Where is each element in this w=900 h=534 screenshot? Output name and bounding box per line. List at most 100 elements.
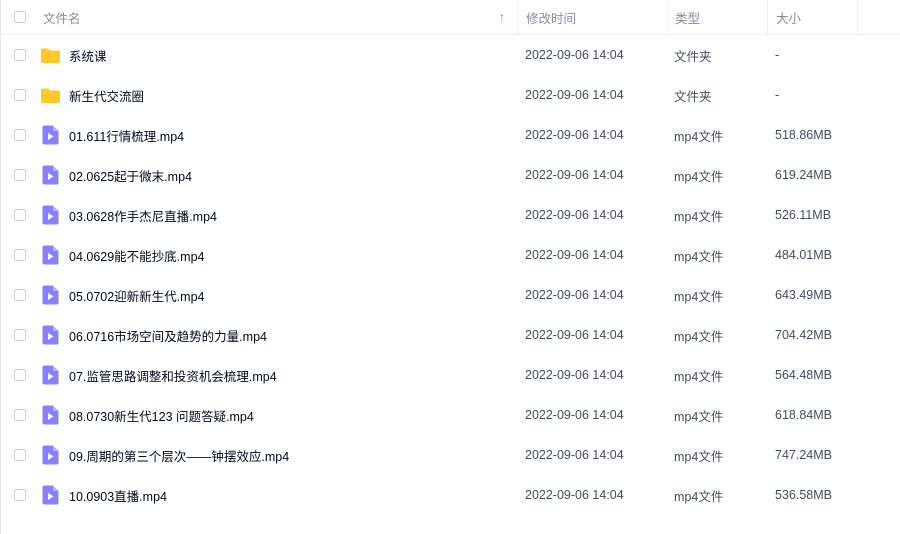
file-modified-cell: 2022-09-06 14:04 [517,35,667,75]
file-type-cell: mp4文件 [667,475,767,515]
file-row[interactable]: 04.0629能不能抄底.mp4 2022-09-06 14:04 mp4文件 … [1,235,900,275]
file-size-cell: 643.49MB [767,275,857,315]
file-modified-cell: 2022-09-06 14:04 [517,395,667,435]
file-name-cell[interactable]: 03.0628作手杰尼直播.mp4 [35,195,517,235]
file-row[interactable]: 03.0628作手杰尼直播.mp4 2022-09-06 14:04 mp4文件… [1,195,900,235]
file-row[interactable]: 系统课 2022-09-06 14:04 文件夹 - [1,35,900,75]
file-row[interactable]: 08.0730新生代123 问题答疑.mp4 2022-09-06 14:04 … [1,395,900,435]
file-name[interactable]: 系统课 [69,46,107,65]
file-name[interactable]: 04.0629能不能抄底.mp4 [69,246,204,265]
file-modified: 2022-09-06 14:04 [525,328,624,342]
sort-ascending-icon[interactable]: ↑ [499,11,509,23]
file-name[interactable]: 10.0903直播.mp4 [69,486,167,505]
file-type-cell: mp4文件 [667,275,767,315]
video-file-icon [39,164,61,186]
file-row[interactable]: 07.监管思路调整和投资机会梳理.mp4 2022-09-06 14:04 mp… [1,355,900,395]
file-type: mp4文件 [674,409,724,424]
header-modified-column[interactable]: 修改时间 [517,0,667,34]
file-name-cell[interactable]: 07.监管思路调整和投资机会梳理.mp4 [35,355,517,395]
row-checkbox-cell [14,315,36,355]
file-row[interactable]: 01.611行情梳理.mp4 2022-09-06 14:04 mp4文件 51… [1,115,900,155]
file-row[interactable]: 05.0702迎新新生代.mp4 2022-09-06 14:04 mp4文件 … [1,275,900,315]
file-name-cell[interactable]: 06.0716市场空间及趋势的力量.mp4 [35,315,517,355]
file-name[interactable]: 02.0625起于微末.mp4 [69,166,192,185]
file-type-cell: mp4文件 [667,235,767,275]
file-size: 484.01MB [775,248,832,262]
row-checkbox[interactable] [14,129,26,141]
file-name-cell[interactable]: 01.611行情梳理.mp4 [35,115,517,155]
file-row[interactable]: 新生代交流圈 2022-09-06 14:04 文件夹 - [1,75,900,115]
file-size: 526.11MB [775,208,832,222]
row-checkbox[interactable] [14,369,26,381]
header-checkbox-cell [14,0,36,34]
file-type-cell: 文件夹 [667,75,767,115]
file-name-cell[interactable]: 05.0702迎新新生代.mp4 [35,275,517,315]
file-modified-cell: 2022-09-06 14:04 [517,75,667,115]
file-name[interactable]: 01.611行情梳理.mp4 [69,126,184,145]
row-checkbox-cell [14,35,36,75]
select-all-checkbox[interactable] [14,11,26,23]
header-name-column[interactable]: 文件名 ↑ [35,0,517,34]
file-name[interactable]: 07.监管思路调整和投资机会梳理.mp4 [69,366,277,385]
row-checkbox[interactable] [14,89,26,101]
file-size: 643.49MB [775,288,832,302]
video-file-icon [39,364,61,386]
file-type: mp4文件 [674,169,724,184]
file-row[interactable]: 10.0903直播.mp4 2022-09-06 14:04 mp4文件 536… [1,475,900,515]
file-name-cell[interactable]: 04.0629能不能抄底.mp4 [35,235,517,275]
file-rows: 系统课 2022-09-06 14:04 文件夹 - 新生代交流圈 2022-0… [1,35,900,515]
file-name[interactable]: 08.0730新生代123 问题答疑.mp4 [69,406,254,425]
row-checkbox[interactable] [14,489,26,501]
file-modified: 2022-09-06 14:04 [525,48,624,62]
file-name-cell[interactable]: 09.周期的第三个层次——钟摆效应.mp4 [35,435,517,475]
row-checkbox-cell [14,435,36,475]
header-size-label: 大小 [776,11,802,26]
row-checkbox[interactable] [14,409,26,421]
file-name-cell[interactable]: 10.0903直播.mp4 [35,475,517,515]
header-type-column[interactable]: 类型 [667,0,767,34]
file-modified-cell: 2022-09-06 14:04 [517,355,667,395]
file-name[interactable]: 09.周期的第三个层次——钟摆效应.mp4 [69,446,289,465]
file-row[interactable]: 09.周期的第三个层次——钟摆效应.mp4 2022-09-06 14:04 m… [1,435,900,475]
file-modified-cell: 2022-09-06 14:04 [517,275,667,315]
file-name[interactable]: 06.0716市场空间及趋势的力量.mp4 [69,326,267,345]
file-name-cell[interactable]: 08.0730新生代123 问题答疑.mp4 [35,395,517,435]
file-name[interactable]: 05.0702迎新新生代.mp4 [69,286,204,305]
row-checkbox[interactable] [14,449,26,461]
file-size-cell: 619.24MB [767,155,857,195]
file-size-cell: 564.48MB [767,355,857,395]
video-file-icon [39,204,61,226]
row-checkbox[interactable] [14,49,26,61]
header-type-label: 类型 [675,11,701,26]
file-type-cell: mp4文件 [667,195,767,235]
file-type-cell: mp4文件 [667,355,767,395]
file-name-cell[interactable]: 新生代交流圈 [35,75,517,115]
row-checkbox[interactable] [14,249,26,261]
file-type-cell: 文件夹 [667,35,767,75]
row-checkbox[interactable] [14,169,26,181]
file-modified: 2022-09-06 14:04 [525,168,624,182]
file-modified-cell: 2022-09-06 14:04 [517,315,667,355]
row-checkbox-cell [14,475,36,515]
file-name[interactable]: 新生代交流圈 [69,86,144,105]
row-checkbox-cell [14,195,36,235]
file-name-cell[interactable]: 02.0625起于微末.mp4 [35,155,517,195]
file-type-cell: mp4文件 [667,115,767,155]
file-name-cell[interactable]: 系统课 [35,35,517,75]
file-modified: 2022-09-06 14:04 [525,408,624,422]
row-checkbox[interactable] [14,329,26,341]
file-row[interactable]: 06.0716市场空间及趋势的力量.mp4 2022-09-06 14:04 m… [1,315,900,355]
file-modified-cell: 2022-09-06 14:04 [517,155,667,195]
row-checkbox[interactable] [14,289,26,301]
row-checkbox[interactable] [14,209,26,221]
row-checkbox-cell [14,235,36,275]
header-size-column[interactable]: 大小 [767,0,857,34]
file-size: 619.24MB [775,168,832,182]
video-file-icon [39,484,61,506]
file-type: mp4文件 [674,489,724,504]
file-modified-cell: 2022-09-06 14:04 [517,115,667,155]
row-checkbox-cell [14,155,36,195]
file-name[interactable]: 03.0628作手杰尼直播.mp4 [69,206,217,225]
file-row[interactable]: 02.0625起于微末.mp4 2022-09-06 14:04 mp4文件 6… [1,155,900,195]
file-type-cell: mp4文件 [667,155,767,195]
